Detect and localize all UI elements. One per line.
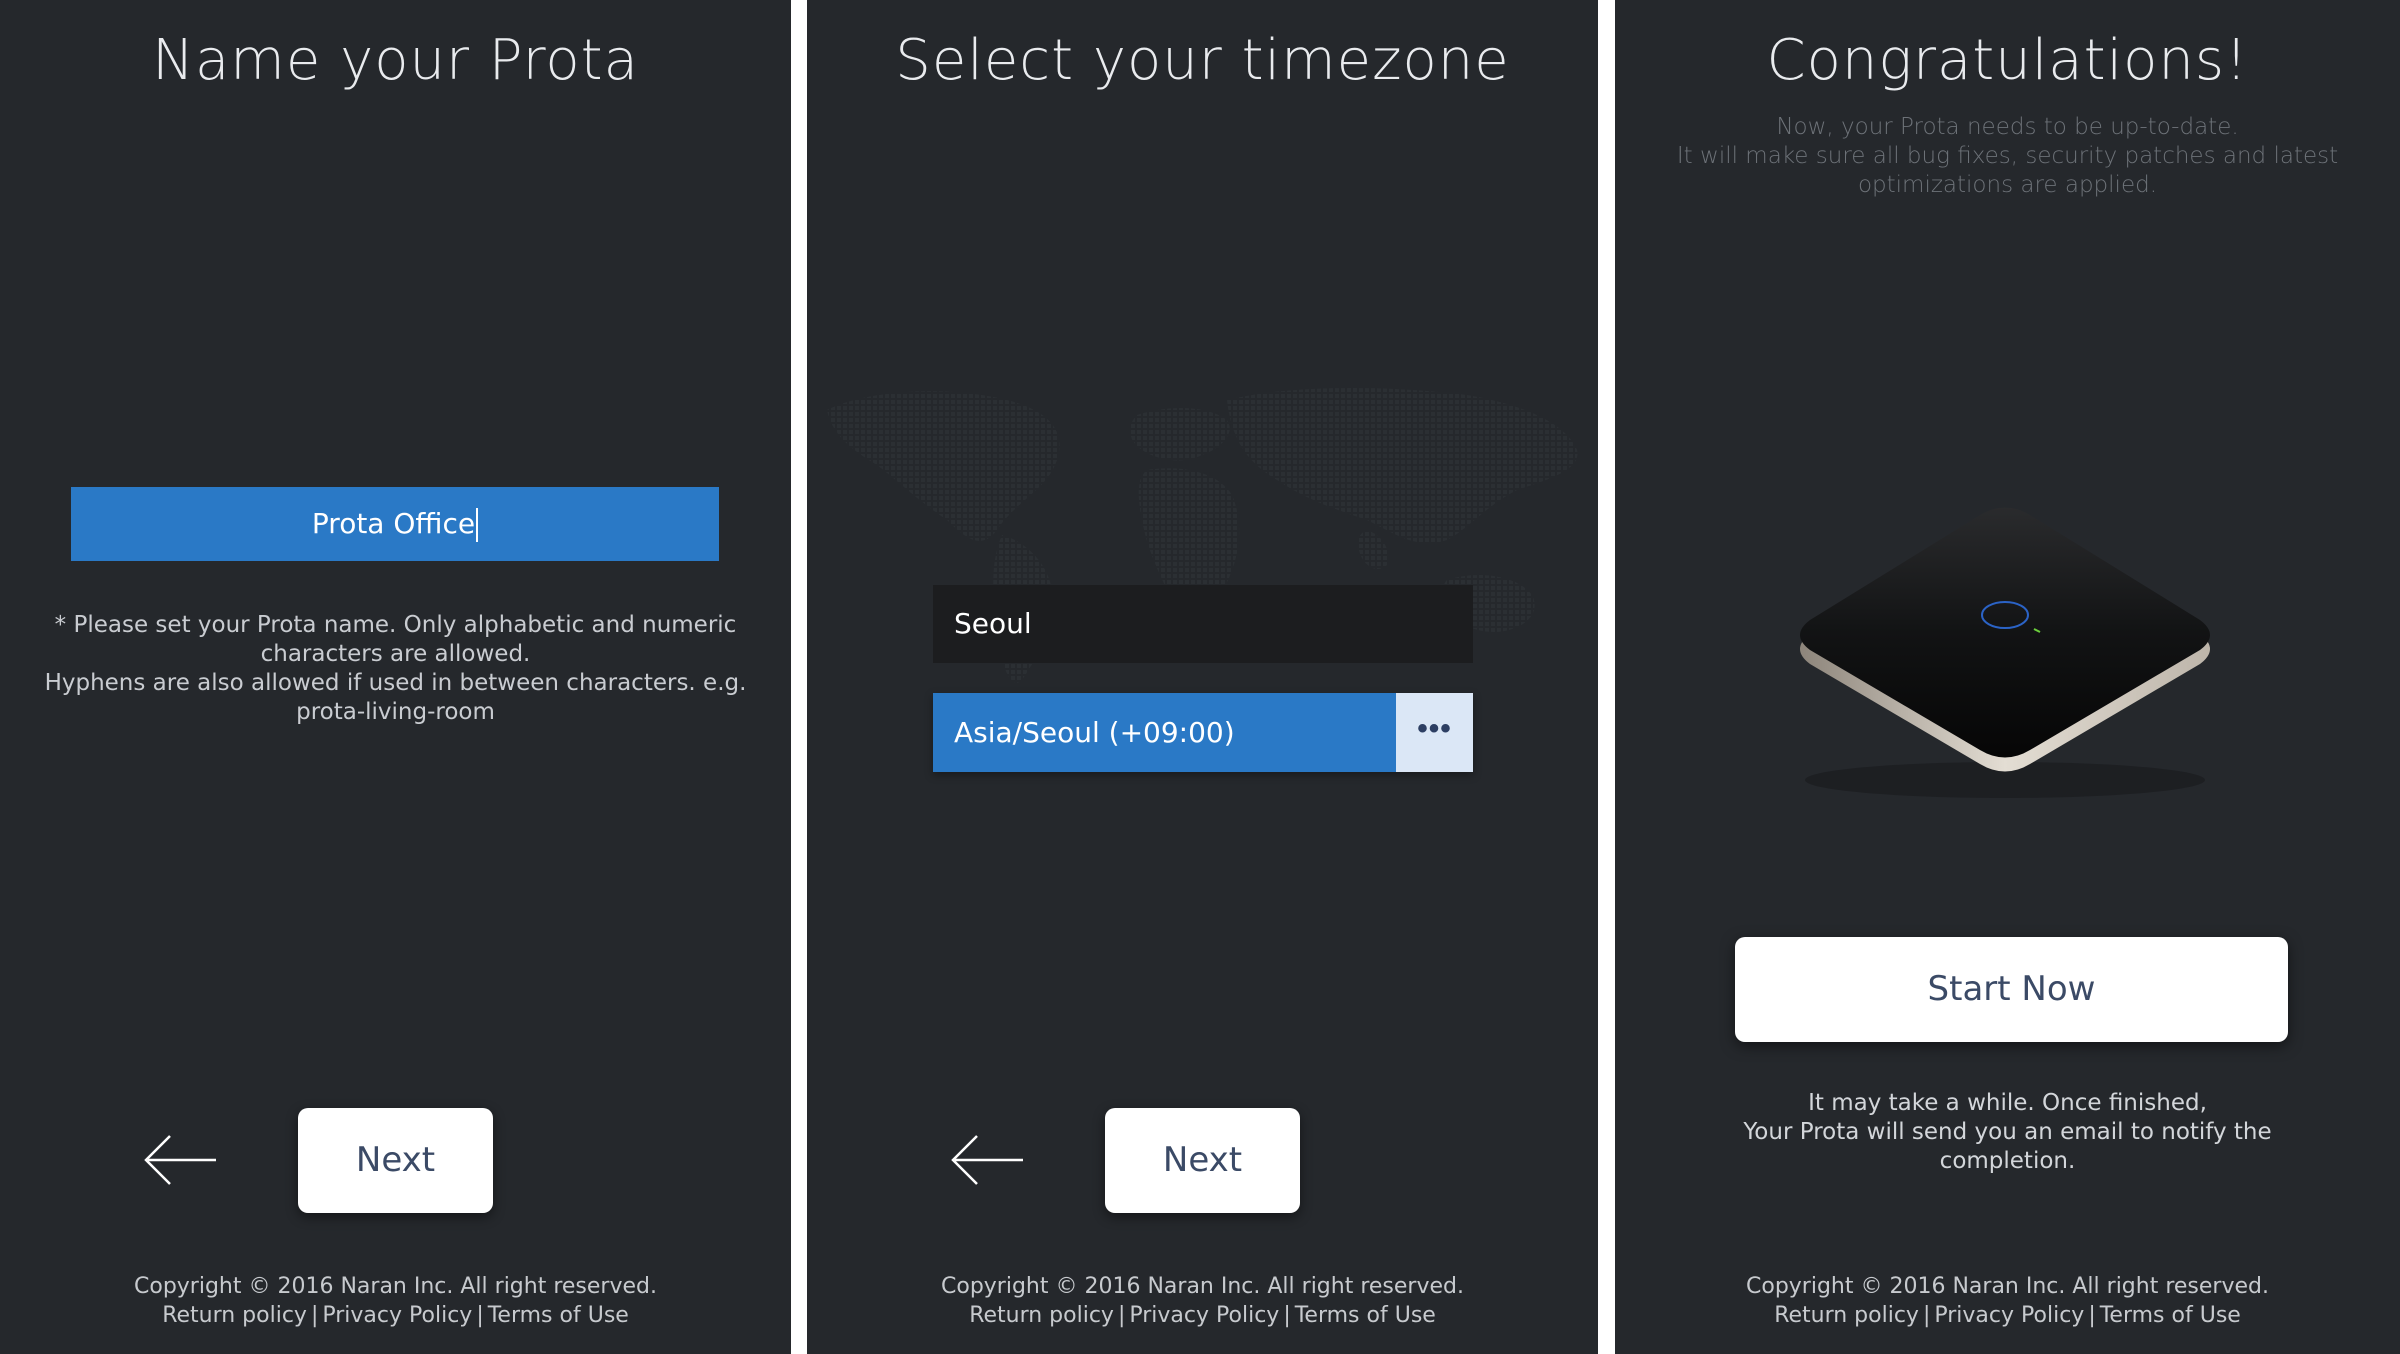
- link-separator: |: [310, 1303, 319, 1328]
- copyright-text: Copyright © 2016 Naran Inc. All right re…: [134, 1274, 657, 1299]
- page-title: Name your Prota: [152, 28, 639, 93]
- subtitle-line: Now, your Prota needs to be up-to-date.: [1776, 114, 2239, 140]
- note-line: It may take a while. Once finished,: [1808, 1090, 2207, 1116]
- prota-device-image: [1800, 507, 2210, 798]
- prota-name-input[interactable]: Prota Office: [71, 487, 719, 561]
- next-button[interactable]: Next: [298, 1108, 493, 1213]
- footer: Copyright © 2016 Naran Inc. All right re…: [807, 1272, 1598, 1330]
- hint-line: * Please set your Prota name. Only alpha…: [54, 612, 737, 667]
- name-prota-screen: Name your Prota Prota Office * Please se…: [0, 0, 791, 1354]
- start-now-button[interactable]: Start Now: [1735, 937, 2288, 1042]
- return-policy-link[interactable]: Return policy: [1774, 1303, 1919, 1328]
- link-separator: |: [1117, 1303, 1126, 1328]
- return-policy-link[interactable]: Return policy: [969, 1303, 1114, 1328]
- link-separator: |: [2088, 1303, 2096, 1328]
- update-subtitle: Now, your Prota needs to be up-to-date. …: [1655, 113, 2360, 200]
- terms-of-use-link[interactable]: Terms of Use: [2100, 1303, 2241, 1328]
- footer-links: Return policy | Privacy Policy | Terms of Us…: [807, 1301, 1598, 1330]
- timezone-search-input[interactable]: Seoul: [933, 585, 1473, 663]
- onboarding-screens: Name your Prota Prota Office * Please se…: [0, 0, 2400, 1354]
- footer: Copyright © 2016 Naran Inc. All right re…: [1615, 1272, 2400, 1330]
- timezone-option[interactable]: Asia/Seoul (+09:00) •••: [933, 693, 1473, 772]
- subtitle-line: It will make sure all bug fixes, securit…: [1676, 143, 2339, 198]
- congratulations-screen: Congratulations! Now, your Prota needs t…: [1615, 0, 2400, 1354]
- footer-links: Return policy | Privacy Policy | Terms of Us…: [0, 1301, 791, 1330]
- copyright-text: Copyright © 2016 Naran Inc. All right re…: [941, 1274, 1464, 1299]
- terms-of-use-link[interactable]: Terms of Use: [488, 1303, 629, 1328]
- arrow-left-icon[interactable]: [140, 1130, 220, 1190]
- page-title: Congratulations!: [1766, 28, 2249, 93]
- footer-links: Return policy | Privacy Policy | Terms of Us…: [1615, 1301, 2400, 1330]
- copyright-text: Copyright © 2016 Naran Inc. All right re…: [1746, 1274, 2269, 1299]
- timezone-option-label: Asia/Seoul (+09:00): [954, 716, 1235, 749]
- terms-of-use-link[interactable]: Terms of Use: [1295, 1303, 1436, 1328]
- privacy-policy-link[interactable]: Privacy Policy: [1934, 1303, 2084, 1328]
- text-caret: [476, 508, 479, 542]
- link-separator: |: [1922, 1303, 1931, 1328]
- name-input-value: Prota Office: [311, 507, 476, 540]
- footer: Copyright © 2016 Naran Inc. All right re…: [0, 1272, 791, 1330]
- page-title: Select your timezone: [895, 28, 1510, 93]
- name-hint: * Please set your Prota name. Only alpha…: [30, 611, 761, 727]
- privacy-policy-link[interactable]: Privacy Policy: [1129, 1303, 1279, 1328]
- next-button[interactable]: Next: [1105, 1108, 1300, 1213]
- link-separator: |: [476, 1303, 484, 1328]
- arrow-left-icon[interactable]: [947, 1130, 1027, 1190]
- completion-note: It may take a while. Once finished, Your…: [1695, 1089, 2320, 1176]
- return-policy-link[interactable]: Return policy: [162, 1303, 307, 1328]
- more-options-icon[interactable]: •••: [1396, 693, 1473, 772]
- hint-line: Hyphens are also allowed if used in betw…: [44, 670, 747, 725]
- note-line: Your Prota will send you an email to not…: [1743, 1119, 2272, 1174]
- link-separator: |: [1283, 1303, 1291, 1328]
- privacy-policy-link[interactable]: Privacy Policy: [322, 1303, 472, 1328]
- timezone-screen: Select your timezone Seoul Asia/Seoul (+…: [807, 0, 1598, 1354]
